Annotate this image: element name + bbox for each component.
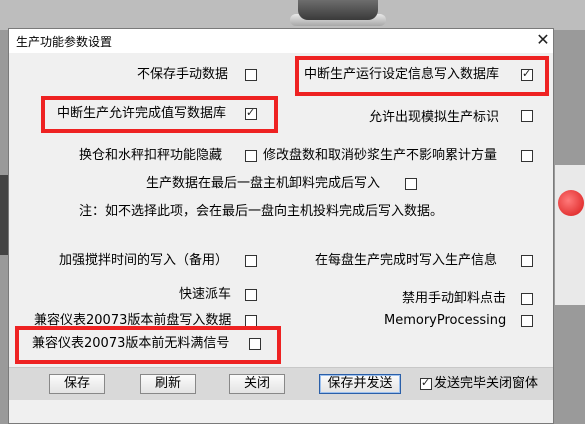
highlight-box-no-material-full [15, 326, 281, 364]
option-label-allow-simulated-production: 允许出现模拟生产标识 [369, 110, 500, 125]
refresh-button[interactable]: 刷新 [140, 374, 196, 394]
option-label-write-after-last-discharge: 生产数据在最后一盘主机卸料完成后写入 [146, 176, 381, 191]
highlight-box-allow-complete-value [41, 96, 278, 133]
close-button[interactable]: 关闭 [229, 374, 285, 394]
checkbox-quick-dispatch[interactable] [245, 289, 257, 301]
option-label-enhanced-mix-time: 加强搅拌时间的写入（备用） [59, 253, 229, 268]
note-text: 注：如不选择此项，会在最后一盘向主机投料完成后写入数据。 [79, 204, 444, 219]
checkbox-hide-bin-switch[interactable] [245, 150, 257, 162]
option-label-quick-dispatch: 快速派车 [179, 287, 232, 302]
option-label-disable-manual-discharge: 禁用手动卸料点击 [402, 291, 507, 306]
title-bar: 生产功能参数设置 ✕ [9, 29, 553, 53]
checkbox-write-each-batch[interactable] [521, 255, 533, 267]
background-device-graphic-top [298, 0, 378, 20]
background-status-indicator [558, 190, 584, 216]
option-label-hide-bin-switch: 换仓和水秤扣秤功能隐藏 [79, 148, 223, 163]
settings-dialog: 生产功能参数设置 ✕ 不保存手动数据 中断生产运行设定信息写入数据库 中断生产允… [8, 28, 554, 424]
checkbox-no-save-manual-data[interactable] [245, 69, 257, 81]
save-and-send-button[interactable]: 保存并发送 [319, 374, 401, 394]
checkbox-disable-manual-discharge[interactable] [521, 293, 533, 305]
option-label-modify-batches-no-volume-impact: 修改盘数和取消砂浆生产不影响累计方量 [263, 148, 498, 163]
checkbox-enhanced-mix-time[interactable] [245, 255, 257, 267]
option-label-write-each-batch: 在每盘生产完成时写入生产信息 [315, 253, 498, 268]
highlight-box-run-settings [295, 56, 549, 96]
option-label-no-save-manual-data: 不保存手动数据 [137, 67, 229, 82]
close-icon[interactable]: ✕ [533, 30, 553, 50]
option-label-memory-processing: MemoryProcessing [384, 313, 507, 328]
checkbox-memory-processing[interactable] [521, 315, 533, 327]
button-bar: 保存 刷新 关闭 保存并发送 发送完毕关闭窗体 [9, 367, 553, 400]
dialog-title: 生产功能参数设置 [16, 35, 113, 49]
close-after-send-label: 发送完毕关闭窗体 [434, 376, 539, 391]
checkbox-write-after-last-discharge[interactable] [405, 178, 417, 190]
save-button[interactable]: 保存 [49, 374, 105, 394]
checkbox-allow-simulated-production[interactable] [521, 110, 533, 122]
checkbox-modify-batches-no-volume-impact[interactable] [521, 150, 533, 162]
background-app-panel [555, 165, 585, 305]
checkbox-close-after-send[interactable] [420, 376, 432, 390]
